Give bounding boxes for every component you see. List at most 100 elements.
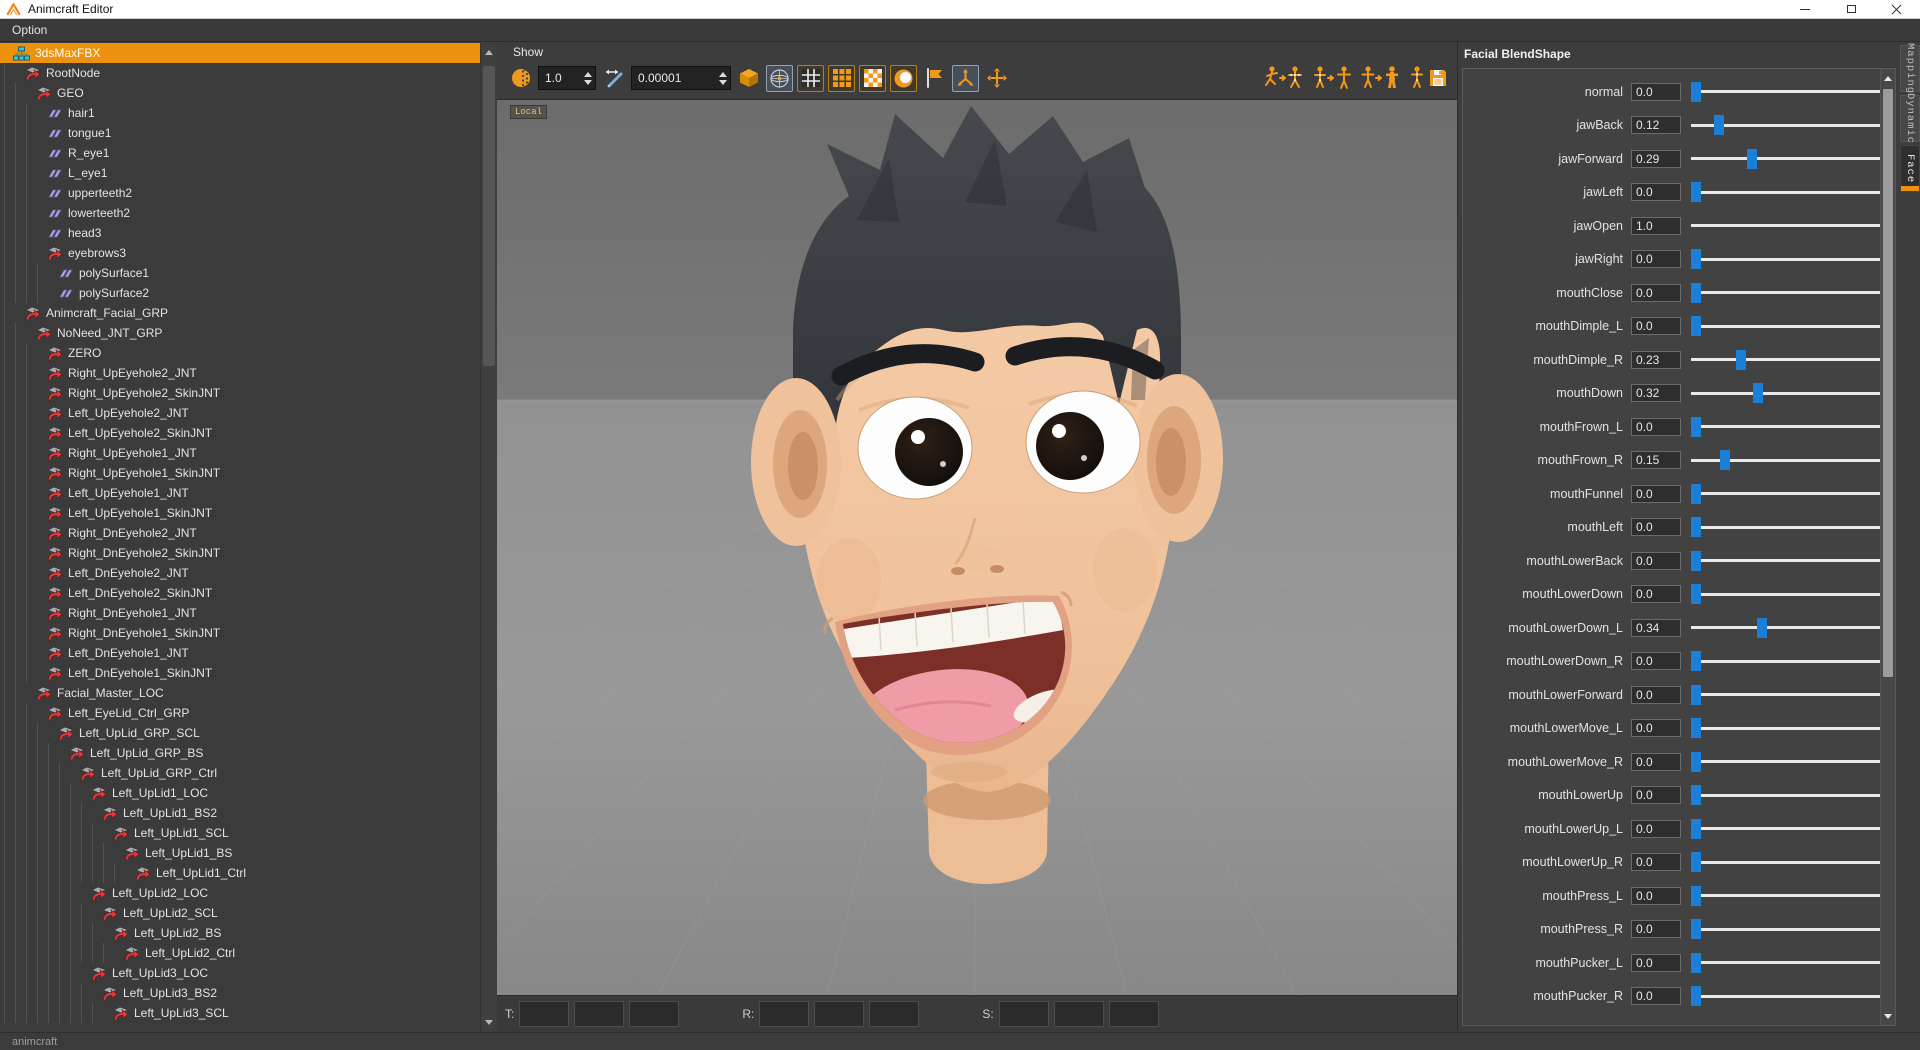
slider-handle[interactable]	[1736, 349, 1746, 370]
tree-node-polySurface2[interactable]: polySurface2	[0, 283, 480, 303]
slider-handle[interactable]	[1691, 517, 1701, 538]
precision-value-spinbox[interactable]: 0.00001	[631, 66, 731, 90]
blendshape-slider[interactable]	[1691, 850, 1895, 874]
blendshape-slider[interactable]	[1691, 180, 1895, 204]
expander-icon[interactable]	[77, 888, 88, 899]
slider-track[interactable]	[1691, 358, 1895, 362]
blendshape-value-field[interactable]: 0.0	[1631, 518, 1681, 537]
blendshape-slider[interactable]	[1691, 482, 1895, 506]
blendshape-value-field[interactable]: 0.0	[1631, 183, 1681, 202]
blendshape-value-field[interactable]: 0.0	[1631, 283, 1681, 302]
tree-node-Left_UpLid_GRP_BS[interactable]: Left_UpLid_GRP_BS	[0, 743, 480, 763]
blendshape-slider[interactable]	[1691, 649, 1895, 673]
rotate-x-field[interactable]	[759, 1001, 810, 1027]
blendshape-value-field[interactable]: 0.0	[1631, 752, 1681, 771]
dock-tab-mapping[interactable]: Mapping	[1900, 43, 1920, 94]
slider-track[interactable]	[1691, 425, 1895, 429]
cube-shading-icon[interactable]	[735, 65, 762, 92]
slider-handle[interactable]	[1691, 684, 1701, 705]
display-value-spinbox[interactable]: 1.0	[538, 66, 596, 90]
slider-handle[interactable]	[1691, 584, 1701, 605]
slider-track[interactable]	[1691, 90, 1895, 94]
blendshape-slider[interactable]	[1691, 582, 1895, 606]
slider-track[interactable]	[1691, 994, 1895, 998]
blendshape-slider[interactable]	[1691, 147, 1895, 171]
tree-node-polySurface1[interactable]: polySurface1	[0, 263, 480, 283]
blendshape-value-field[interactable]: 0.15	[1631, 451, 1681, 470]
tree-node-Left_UpLid1_BS[interactable]: Left_UpLid1_BS	[0, 843, 480, 863]
slider-handle[interactable]	[1720, 450, 1730, 471]
blendshape-slider[interactable]	[1691, 381, 1895, 405]
tree-node-L_eye1[interactable]: L_eye1	[0, 163, 480, 183]
blendshape-slider[interactable]	[1691, 884, 1895, 908]
coordinate-mode-badge[interactable]: Local	[510, 105, 548, 119]
expander-icon[interactable]	[66, 768, 77, 779]
move-tool-icon[interactable]	[983, 65, 1010, 92]
tree-node-Right_UpEyehole2_SkinJNT[interactable]: Right_UpEyehole2_SkinJNT	[0, 383, 480, 403]
tree-node-Left_UpLid3_SCL[interactable]: Left_UpLid3_SCL	[0, 1003, 480, 1023]
slider-track[interactable]	[1691, 659, 1895, 663]
slider-track[interactable]	[1691, 190, 1895, 194]
expander-icon[interactable]	[88, 908, 99, 919]
slider-handle[interactable]	[1691, 483, 1701, 504]
tree-node-head3[interactable]: head3	[0, 223, 480, 243]
expander-icon[interactable]	[22, 328, 33, 339]
expander-icon[interactable]	[99, 928, 110, 939]
blendshape-slider[interactable]	[1691, 214, 1895, 238]
blendshape-value-field[interactable]: 0.0	[1631, 786, 1681, 805]
blendshape-slider[interactable]	[1691, 448, 1895, 472]
blendshape-slider[interactable]	[1691, 783, 1895, 807]
blendshape-slider[interactable]	[1691, 348, 1895, 372]
tree-node-GEO[interactable]: GEO	[0, 83, 480, 103]
blendshape-value-field[interactable]: 0.0	[1631, 551, 1681, 570]
scroll-down-icon[interactable]	[1881, 1008, 1895, 1024]
tree-node-Left_DnEyehole1_SkinJNT[interactable]: Left_DnEyehole1_SkinJNT	[0, 663, 480, 683]
tree-node-Left_UpEyehole2_JNT[interactable]: Left_UpEyehole2_JNT	[0, 403, 480, 423]
slider-handle[interactable]	[1691, 751, 1701, 772]
spin-down-icon[interactable]	[584, 79, 592, 85]
blendshape-slider[interactable]	[1691, 80, 1895, 104]
tree-node-lowerteeth2[interactable]: lowerteeth2	[0, 203, 480, 223]
blendshape-value-field[interactable]: 0.12	[1631, 116, 1681, 135]
tree-node-eyebrows3[interactable]: eyebrows3	[0, 243, 480, 263]
tree-node-Left_UpLid1_SCL[interactable]: Left_UpLid1_SCL	[0, 823, 480, 843]
checker-texture-button[interactable]	[859, 64, 886, 92]
expander-icon[interactable]	[99, 1008, 110, 1019]
expander-icon[interactable]	[22, 688, 33, 699]
blendshape-value-field[interactable]: 0.0	[1631, 853, 1681, 872]
slider-handle[interactable]	[1691, 885, 1701, 906]
tree-node-R_eye1[interactable]: R_eye1	[0, 143, 480, 163]
tree-node-Right_DnEyehole2_SkinJNT[interactable]: Right_DnEyehole2_SkinJNT	[0, 543, 480, 563]
blendshape-slider[interactable]	[1691, 549, 1895, 573]
rotate-z-field[interactable]	[869, 1001, 920, 1027]
blendshape-slider[interactable]	[1691, 750, 1895, 774]
scale-z-field[interactable]	[1108, 1001, 1159, 1027]
tree-node-3dsMaxFBX[interactable]: 3dsMaxFBX	[0, 43, 480, 63]
blendshape-slider[interactable]	[1691, 917, 1895, 941]
blendshape-value-field[interactable]: 0.0	[1631, 953, 1681, 972]
tree-node-upperteeth2[interactable]: upperteeth2	[0, 183, 480, 203]
blendshape-slider[interactable]	[1691, 984, 1895, 1008]
blendshape-slider[interactable]	[1691, 515, 1895, 539]
blendshape-value-field[interactable]: 0.0	[1631, 719, 1681, 738]
dock-tab-dynamic[interactable]: Dynamic	[1900, 93, 1920, 144]
slider-handle[interactable]	[1691, 550, 1701, 571]
slider-track[interactable]	[1691, 157, 1895, 161]
slider-handle[interactable]	[1691, 249, 1701, 270]
tree-node-Right_DnEyehole1_SkinJNT[interactable]: Right_DnEyehole1_SkinJNT	[0, 623, 480, 643]
slider-track[interactable]	[1691, 559, 1895, 563]
slider-handle[interactable]	[1753, 383, 1763, 404]
tree-node-Left_UpEyehole1_JNT[interactable]: Left_UpEyehole1_JNT	[0, 483, 480, 503]
expander-icon[interactable]	[55, 748, 66, 759]
slider-track[interactable]	[1691, 391, 1895, 395]
tree-node-Animcraft_Facial_GRP[interactable]: Animcraft_Facial_GRP	[0, 303, 480, 323]
blendshape-slider[interactable]	[1691, 247, 1895, 271]
blendshape-slider[interactable]	[1691, 314, 1895, 338]
expander-icon[interactable]	[110, 848, 121, 859]
tree-node-Left_DnEyehole2_SkinJNT[interactable]: Left_DnEyehole2_SkinJNT	[0, 583, 480, 603]
tree-node-Left_UpLid2_BS[interactable]: Left_UpLid2_BS	[0, 923, 480, 943]
tree-node-Left_UpLid1_LOC[interactable]: Left_UpLid1_LOC	[0, 783, 480, 803]
grid-lines-button[interactable]	[797, 64, 824, 92]
spin-down-icon[interactable]	[719, 79, 727, 85]
slider-track[interactable]	[1691, 324, 1895, 328]
